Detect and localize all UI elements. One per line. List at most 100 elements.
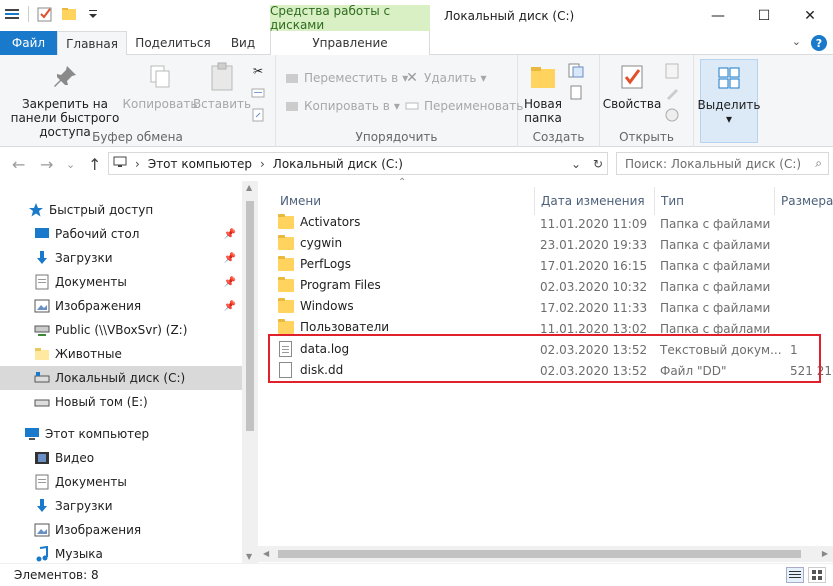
copy-path-button[interactable] — [250, 83, 266, 103]
open-button[interactable] — [664, 61, 680, 81]
chevron-right-icon[interactable]: › — [260, 157, 265, 171]
help-icon[interactable]: ? — [811, 35, 827, 51]
nav-local-disk-c[interactable]: Локальный диск (C:) — [0, 366, 242, 390]
folder-icon — [527, 61, 559, 93]
large-icons-view-icon[interactable] — [808, 567, 826, 583]
new-folder-icon[interactable] — [61, 6, 77, 22]
new-folder-button[interactable]: Новая папка — [522, 61, 564, 125]
nav-new-volume-e[interactable]: Новый том (E:) — [0, 390, 242, 414]
table-row[interactable]: Windows 17.02.2020 11:33 Папка с файлами — [276, 297, 833, 319]
easy-access-button[interactable] — [568, 83, 584, 103]
nav-scrollbar[interactable]: ▲ ▼ — [242, 181, 258, 563]
close-button[interactable]: ✕ — [787, 0, 833, 31]
nav-network-drive[interactable]: Public (\\VBoxSvr) (Z:) — [0, 318, 242, 342]
nav-label: Документы — [55, 475, 127, 489]
download-icon — [34, 250, 50, 266]
breadcrumb-this-pc[interactable]: Этот компьютер — [148, 157, 252, 171]
history-button[interactable] — [664, 105, 680, 125]
delete-button[interactable]: ✕ Удалить ▾ — [404, 68, 487, 88]
table-row[interactable]: Activators 11.01.2020 11:09 Папка с файл… — [276, 213, 833, 235]
pictures-icon — [34, 522, 50, 538]
scroll-right-icon[interactable]: ▶ — [822, 549, 828, 558]
nav-animals[interactable]: Животные — [0, 342, 242, 366]
nav-label: Музыка — [55, 547, 103, 561]
tab-file[interactable]: Файл — [0, 31, 57, 55]
paste-button[interactable]: Вставить — [193, 61, 251, 111]
new-item-button[interactable] — [568, 61, 584, 81]
nav-pictures-pc[interactable]: Изображения — [0, 518, 242, 542]
address-dropdown-icon[interactable]: ⌄ — [571, 157, 581, 171]
expand-ribbon-icon[interactable]: ⌄ — [792, 35, 801, 51]
file-type: Папка с файлами — [660, 301, 771, 315]
nav-label: Животные — [55, 347, 122, 361]
star-icon — [28, 202, 44, 218]
table-row[interactable]: PerfLogs 17.01.2020 16:15 Папка с файлам… — [276, 255, 833, 277]
paste-shortcut-button[interactable] — [250, 105, 266, 125]
rename-button[interactable]: Переименовать — [404, 96, 523, 116]
group-create: Новая папка Создать — [518, 55, 600, 147]
table-row[interactable]: Program Files 02.03.2020 10:32 Папка с ф… — [276, 276, 833, 298]
video-icon — [34, 450, 50, 466]
new-item-icon — [568, 63, 584, 79]
scroll-up-icon[interactable]: ▲ — [246, 183, 252, 192]
breadcrumb-local-disk[interactable]: Локальный диск (C:) — [273, 157, 403, 171]
scroll-thumb[interactable] — [278, 550, 801, 558]
column-header-date[interactable]: Дата изменения — [535, 187, 655, 215]
scroll-left-icon[interactable]: ◀ — [263, 549, 269, 558]
refresh-icon[interactable]: ↻ — [593, 157, 603, 171]
column-header-size[interactable]: Размера — [775, 187, 833, 215]
maximize-button[interactable]: ☐ — [741, 0, 787, 31]
column-header-name[interactable]: Имени — [274, 187, 535, 215]
nav-documents-pc[interactable]: Документы — [0, 470, 242, 494]
customize-qat-icon[interactable] — [85, 6, 101, 22]
nav-desktop[interactable]: Рабочий стол 📌 — [0, 222, 242, 246]
ribbon-controls: ⌄ ? — [792, 35, 827, 51]
open-group-label: Открыть — [619, 130, 674, 144]
nav-quick-access[interactable]: Быстрый доступ — [0, 198, 242, 222]
tab-share[interactable]: Поделиться — [128, 31, 218, 55]
copy-button[interactable]: Копировать — [123, 61, 197, 111]
properties-button[interactable]: Свойства — [603, 61, 661, 111]
scroll-down-icon[interactable]: ▼ — [246, 552, 252, 561]
properties-check-icon — [616, 61, 648, 93]
copy-to-button[interactable]: Копировать в ▾ — [284, 96, 400, 116]
nav-label: Изображения — [55, 299, 142, 313]
nav-downloads-pc[interactable]: Загрузки — [0, 494, 242, 518]
tab-view[interactable]: Вид — [218, 31, 268, 55]
nav-downloads[interactable]: Загрузки 📌 — [0, 246, 242, 270]
minimize-button[interactable]: — — [695, 0, 741, 31]
properties-icon[interactable] — [37, 6, 53, 22]
ribbon-tabs: Файл Главная Поделиться Вид Управление ⌄… — [0, 31, 833, 56]
nav-label: Изображения — [55, 523, 142, 537]
up-arrow-icon[interactable]: ↑ — [88, 155, 101, 174]
tab-manage[interactable]: Управление — [270, 31, 430, 55]
dropdown-arrow-icon: ▾ — [480, 71, 487, 85]
search-input[interactable]: Поиск: Локальный диск (C:) ⌕ — [616, 152, 829, 175]
cut-button[interactable]: ✂ — [250, 61, 266, 81]
open-icon — [664, 63, 680, 79]
nav-documents[interactable]: Документы 📌 — [0, 270, 242, 294]
nav-this-pc[interactable]: Этот компьютер — [0, 422, 242, 446]
select-button[interactable]: Выделить ▾ — [698, 59, 760, 143]
scroll-thumb[interactable] — [246, 201, 254, 431]
move-to-button[interactable]: Переместить в ▾ — [284, 68, 408, 88]
history-icon — [664, 107, 680, 123]
column-header-type[interactable]: Тип — [655, 187, 775, 215]
chevron-right-icon[interactable]: › — [135, 157, 140, 171]
nav-label: Видео — [55, 451, 95, 465]
rename-icon — [404, 98, 420, 114]
edit-button[interactable] — [664, 83, 680, 103]
recent-dropdown-icon[interactable]: ⌄ — [66, 158, 75, 171]
download-icon — [34, 498, 50, 514]
tab-home[interactable]: Главная — [57, 31, 127, 56]
address-bar[interactable]: › Этот компьютер › Локальный диск (C:) ⌄… — [108, 152, 608, 175]
horizontal-scrollbar[interactable]: ◀ ▶ — [258, 546, 833, 562]
details-view-icon[interactable] — [786, 567, 804, 583]
pin-quick-access-button[interactable]: Закрепить на панели быстрого доступа — [6, 61, 124, 139]
nav-pictures[interactable]: Изображения 📌 — [0, 294, 242, 318]
back-arrow-icon[interactable]: ← — [12, 155, 25, 174]
table-row[interactable]: cygwin 23.01.2020 19:33 Папка с файлами — [276, 234, 833, 256]
forward-arrow-icon[interactable]: → — [40, 155, 53, 174]
nav-video[interactable]: Видео — [0, 446, 242, 470]
pin-icon: 📌 — [223, 300, 236, 312]
